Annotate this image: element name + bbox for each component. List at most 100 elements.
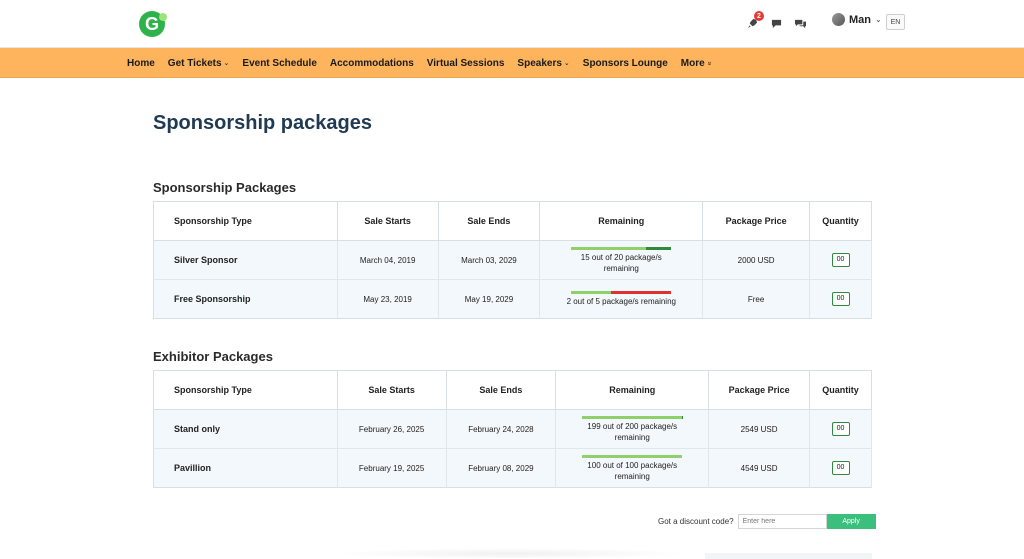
nav-item-sponsors-lounge[interactable]: Sponsors Lounge xyxy=(583,58,668,69)
package-type-cell: Pavillion xyxy=(153,448,338,488)
chevron-down-icon: ⌄ xyxy=(563,60,570,67)
remaining-cell: 100 out of 100 package/s remaining xyxy=(555,448,710,488)
sale-starts-cell: May 23, 2019 xyxy=(337,279,439,319)
discount-label: Got a discount code? xyxy=(658,517,734,526)
sponsorship-table: Sponsorship Type Sale Starts Sale Ends R… xyxy=(153,201,872,319)
package-type-cell: Stand only xyxy=(153,409,338,449)
package-price-cell: 4549 USD xyxy=(708,448,810,488)
logo-letter: G xyxy=(144,14,159,34)
col-sale-starts: Sale Starts xyxy=(337,370,447,410)
nav-item-label: Speakers xyxy=(517,57,562,69)
quantity-selector[interactable]: 00 xyxy=(831,292,850,306)
exhibitor-table: Sponsorship Type Sale Starts Sale Ends R… xyxy=(153,370,872,488)
nav-item-speakers[interactable]: Speakers ⌄ xyxy=(517,58,569,69)
nav-item-more[interactable]: More» xyxy=(680,57,713,69)
col-type: Sponsorship Type xyxy=(153,370,338,410)
col-sale-ends: Sale Ends xyxy=(446,370,557,410)
col-quantity: Quantity xyxy=(809,201,872,241)
sale-ends-cell: May 19, 2029 xyxy=(438,279,541,319)
chat-bubble-icon xyxy=(771,19,781,28)
avatar xyxy=(832,13,845,26)
col-quantity: Quantity xyxy=(809,370,872,410)
package-type-cell: Silver Sponsor xyxy=(153,240,338,280)
nav-item-virtual-sessions[interactable]: Virtual Sessions xyxy=(427,58,505,69)
brand-logo[interactable]: G xyxy=(139,11,167,37)
quantity-selector[interactable]: 00 xyxy=(831,422,850,436)
sale-starts-cell: March 04, 2019 xyxy=(337,240,439,280)
sale-ends-cell: February 08, 2029 xyxy=(446,448,557,488)
remaining-text: 15 out of 20 package/s remaining xyxy=(580,252,662,273)
chevron-down-icon: ⌄ xyxy=(223,60,230,67)
quantity-cell: 00 xyxy=(809,279,872,319)
nav-item-event-schedule[interactable]: Event Schedule xyxy=(242,58,316,69)
discount-form: Got a discount code? Apply xyxy=(658,514,876,529)
table-row: Free Sponsorship May 23, 2019 May 19, 2029… xyxy=(153,279,872,319)
messages-icon[interactable] xyxy=(788,12,812,34)
language-selector[interactable]: EN xyxy=(886,14,905,30)
discount-code-input[interactable] xyxy=(737,514,827,529)
top-bar: G 2 Man ⌄ EN xyxy=(0,0,1024,48)
nav-item-label: More xyxy=(680,57,705,69)
nav-item-label: Get Tickets xyxy=(167,57,222,69)
quantity-cell: 00 xyxy=(809,409,872,449)
package-price-cell: 2549 USD xyxy=(708,409,810,449)
col-price: Package Price xyxy=(708,370,810,410)
remaining-progress-bar xyxy=(571,246,672,250)
notifications-icon[interactable]: 2 xyxy=(740,11,764,34)
footer-shadow xyxy=(330,548,690,559)
quantity-selector[interactable]: 00 xyxy=(831,253,850,267)
remaining-text: 199 out of 200 package/s remaining xyxy=(587,421,678,442)
col-sale-starts: Sale Starts xyxy=(337,201,439,241)
remaining-progress-bar xyxy=(582,454,683,458)
col-remaining: Remaining xyxy=(539,201,704,241)
nav-item-label: Event Schedule xyxy=(242,57,317,69)
sale-starts-cell: February 19, 2025 xyxy=(337,448,447,488)
page-title: Sponsorship packages xyxy=(153,112,372,134)
double-chevron-down-icon: » xyxy=(705,61,713,65)
package-price-cell: Free xyxy=(702,279,811,319)
remaining-cell: 199 out of 200 package/s remaining xyxy=(555,409,710,449)
table-header-row: Sponsorship Type Sale Starts Sale Ends R… xyxy=(153,370,872,410)
apply-button[interactable]: Apply xyxy=(826,514,876,529)
user-menu[interactable]: Man ⌄ xyxy=(832,13,882,26)
remaining-cell: 2 out of 5 package/s remaining xyxy=(539,279,704,319)
notification-badge: 2 xyxy=(754,11,764,21)
col-sale-ends: Sale Ends xyxy=(438,201,541,241)
quantity-cell: 00 xyxy=(809,240,872,280)
summary-panel-edge xyxy=(705,553,872,559)
table-header-row: Sponsorship Type Sale Starts Sale Ends R… xyxy=(153,201,872,241)
chat-icon[interactable] xyxy=(764,12,788,34)
remaining-text: 2 out of 5 package/s remaining xyxy=(566,297,676,306)
main-navbar: Home Get Tickets ⌄ Event Schedule Accommodat… xyxy=(0,48,1024,78)
col-type: Sponsorship Type xyxy=(153,201,338,241)
table-row: Pavillion February 19, 2025 February 08, 2… xyxy=(153,448,872,488)
nav-item-accommodations[interactable]: Accommodations xyxy=(330,58,414,69)
nav-item-label: Accommodations xyxy=(329,57,414,69)
sale-ends-cell: March 03, 2029 xyxy=(438,240,541,280)
chevron-down-icon: ⌄ xyxy=(875,15,882,24)
comments-icon xyxy=(794,19,806,28)
nav-item-label: Home xyxy=(127,57,155,69)
package-price-cell: 2000 USD xyxy=(702,240,811,280)
quantity-cell: 00 xyxy=(809,448,872,488)
remaining-progress-bar xyxy=(582,415,683,419)
header-icons: 2 xyxy=(740,11,812,34)
quantity-selector[interactable]: 00 xyxy=(831,461,850,475)
sale-ends-cell: February 24, 2028 xyxy=(446,409,557,449)
remaining-text: 100 out of 100 package/s remaining xyxy=(587,460,678,481)
sale-starts-cell: February 26, 2025 xyxy=(337,409,447,449)
sponsorship-section-title: Sponsorship Packages xyxy=(153,180,297,195)
nav-item-get-tickets[interactable]: Get Tickets ⌄ xyxy=(168,58,230,69)
remaining-cell: 15 out of 20 package/s remaining xyxy=(539,240,704,280)
table-row: Stand only February 26, 2025 February 24, … xyxy=(153,409,872,449)
col-price: Package Price xyxy=(702,201,811,241)
remaining-progress-bar xyxy=(571,291,672,294)
nav-item-label: Sponsors Lounge xyxy=(582,57,668,69)
nav-menu: Home Get Tickets ⌄ Event Schedule Accommodat… xyxy=(127,48,713,78)
nav-item-label: Virtual Sessions xyxy=(426,57,505,69)
col-remaining: Remaining xyxy=(555,370,710,410)
nav-item-home[interactable]: Home xyxy=(127,58,155,69)
table-row: Silver Sponsor March 04, 2019 March 03, 20… xyxy=(153,240,872,280)
user-name: Man xyxy=(849,13,871,26)
exhibitor-section-title: Exhibitor Packages xyxy=(153,349,273,364)
